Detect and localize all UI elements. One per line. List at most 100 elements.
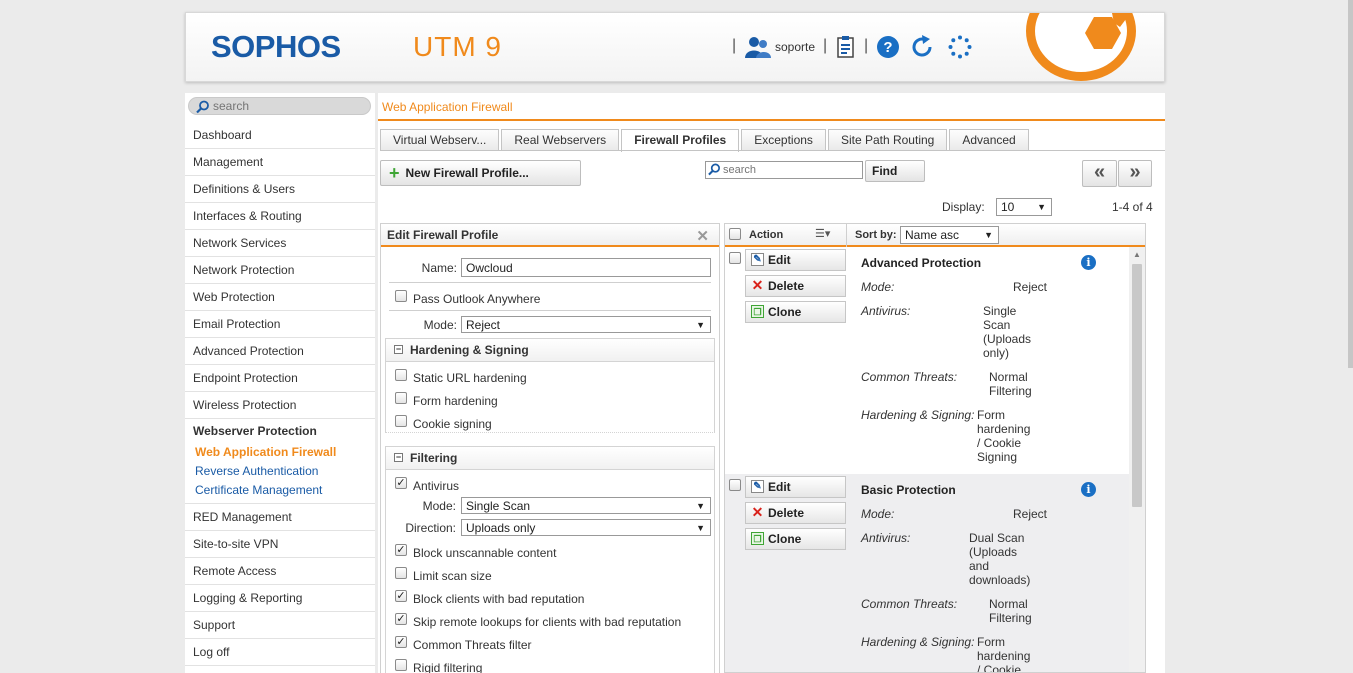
sidebar-item-email-protection[interactable]: Email Protection xyxy=(185,311,375,338)
limit-scan-size-checkbox[interactable] xyxy=(395,567,407,579)
product-name: UTM 9 xyxy=(413,31,502,62)
sidebar-item-advanced-protection[interactable]: Advanced Protection xyxy=(185,338,375,365)
page-background xyxy=(1167,93,1353,673)
block-bad-reputation-checkbox[interactable]: ✓ xyxy=(395,590,407,602)
skip-remote-lookups-checkbox[interactable]: ✓ xyxy=(395,613,407,625)
mode-select-value: Reject xyxy=(466,318,501,332)
sidebar-item-network-protection[interactable]: Network Protection xyxy=(185,257,375,284)
collapse-icon[interactable]: − xyxy=(394,345,403,354)
tab-advanced[interactable]: Advanced xyxy=(949,129,1029,151)
action-column-header: Action xyxy=(749,229,784,241)
sidebar-item-network-services[interactable]: Network Services xyxy=(185,230,375,257)
sidebar-search-input[interactable] xyxy=(213,99,363,113)
tab-site-path-routing[interactable]: Site Path Routing xyxy=(827,129,948,151)
sort-by-value: Name asc xyxy=(905,228,960,242)
sidebar-item-dashboard[interactable]: Dashboard xyxy=(185,122,375,149)
scroll-thumb[interactable] xyxy=(1132,264,1142,507)
row-checkbox[interactable] xyxy=(729,252,741,264)
list-search[interactable] xyxy=(705,161,863,179)
sidebar-item-support[interactable]: Support xyxy=(185,612,375,639)
cookie-signing-checkbox[interactable] xyxy=(395,415,407,427)
filtering-header[interactable]: − Filtering xyxy=(386,447,714,470)
sidebar-search[interactable] xyxy=(188,97,371,115)
sidebar-item-logging-reporting[interactable]: Logging & Reporting xyxy=(185,585,375,612)
sort-by-select[interactable]: Name asc ▼ xyxy=(900,226,999,244)
sidebar-item-management[interactable]: Management xyxy=(185,149,375,176)
static-url-hardening-checkbox[interactable] xyxy=(395,369,407,381)
sidebar-item-remote-access[interactable]: Remote Access xyxy=(185,558,375,585)
collapse-icon[interactable]: − xyxy=(394,453,403,462)
delete-button[interactable]: ✕ Delete xyxy=(745,502,846,524)
info-icon[interactable]: i xyxy=(1081,482,1096,497)
list-search-input[interactable] xyxy=(723,163,859,177)
sidebar-subitem-waf[interactable]: Web Application Firewall xyxy=(185,443,375,462)
search-icon xyxy=(708,163,720,176)
select-all-checkbox[interactable] xyxy=(729,228,741,240)
mode-select[interactable]: Reject ▼ xyxy=(461,316,711,333)
prev-page-button[interactable]: « xyxy=(1082,160,1117,187)
av-direction-select[interactable]: Uploads only ▼ xyxy=(461,519,711,536)
tab-firewall-profiles[interactable]: Firewall Profiles xyxy=(621,129,740,152)
tab-exceptions[interactable]: Exceptions xyxy=(741,129,826,151)
clipboard-icon[interactable] xyxy=(834,35,858,59)
hardening-signing-header[interactable]: − Hardening & Signing xyxy=(386,339,714,362)
pass-outlook-checkbox[interactable] xyxy=(395,290,407,302)
chevron-down-icon: ▼ xyxy=(696,523,705,533)
help-icon[interactable]: ? xyxy=(876,35,900,59)
page-scrollbar[interactable] xyxy=(1348,0,1353,368)
sidebar-item-webserver-protection[interactable]: Webserver Protection xyxy=(185,419,375,443)
common-threats-filter-checkbox[interactable]: ✓ xyxy=(395,636,407,648)
sidebar-item-interfaces-routing[interactable]: Interfaces & Routing xyxy=(185,203,375,230)
main-content: Web Application Firewall Virtual Webserv… xyxy=(378,93,1165,673)
find-button[interactable]: Find xyxy=(865,160,925,182)
av-direction-label: Direction: xyxy=(405,521,456,535)
close-icon[interactable]: ✕ xyxy=(696,226,709,248)
sidebar-item-log-off[interactable]: Log off xyxy=(185,639,375,666)
value-line: Normal xyxy=(989,370,1028,384)
list-options-icon[interactable]: ☰▾ xyxy=(815,227,830,240)
edit-button[interactable]: ✎ Edit xyxy=(745,249,846,271)
name-input[interactable] xyxy=(461,258,711,277)
sidebar-item-endpoint-protection[interactable]: Endpoint Protection xyxy=(185,365,375,392)
user-icon[interactable] xyxy=(745,36,771,58)
list-scrollbar[interactable]: ▲ xyxy=(1129,247,1145,672)
tab-bar: Virtual Webserv... Real Webservers Firew… xyxy=(380,129,1031,152)
delete-button[interactable]: ✕ Delete xyxy=(745,275,846,297)
sidebar-subitem-reverse-auth[interactable]: Reverse Authentication xyxy=(185,462,375,481)
cookie-signing-label: Cookie signing xyxy=(413,417,492,431)
filtering-title: Filtering xyxy=(410,451,458,465)
sidebar-item-definitions-users[interactable]: Definitions & Users xyxy=(185,176,375,203)
sidebar-subitem-certificate-mgmt[interactable]: Certificate Management xyxy=(185,481,375,500)
mode-label: Mode: xyxy=(423,318,457,332)
sidebar-item-site-to-site-vpn[interactable]: Site-to-site VPN xyxy=(185,531,375,558)
username[interactable]: soporte xyxy=(775,40,815,54)
info-icon[interactable]: i xyxy=(1081,255,1096,270)
display-select[interactable]: 10 ▼ xyxy=(996,198,1052,216)
next-page-button[interactable]: » xyxy=(1118,160,1152,187)
clone-button[interactable]: ❐ Clone xyxy=(745,528,846,550)
static-url-hardening-label: Static URL hardening xyxy=(413,371,527,385)
form-hardening-checkbox[interactable] xyxy=(395,392,407,404)
edit-button-label: Edit xyxy=(768,480,791,494)
tab-real-webservers[interactable]: Real Webservers xyxy=(501,129,620,151)
clone-button[interactable]: ❐ Clone xyxy=(745,301,846,323)
table-row: ✎ Edit ✕ Delete ❐ Clone Basic Protection… xyxy=(725,474,1129,672)
refresh-icon[interactable] xyxy=(910,35,934,59)
row-checkbox[interactable] xyxy=(729,479,741,491)
delete-icon: ✕ xyxy=(751,504,764,520)
sidebar-group-webserver: Webserver Protection Web Application Fir… xyxy=(185,419,375,504)
block-unscannable-label: Block unscannable content xyxy=(413,546,557,560)
sidebar-item-wireless-protection[interactable]: Wireless Protection xyxy=(185,392,375,419)
antivirus-checkbox[interactable]: ✓ xyxy=(395,477,407,489)
scroll-up-icon[interactable]: ▲ xyxy=(1133,250,1141,259)
block-unscannable-checkbox[interactable]: ✓ xyxy=(395,544,407,556)
av-mode-select[interactable]: Single Scan ▼ xyxy=(461,497,711,514)
sidebar-item-red-management[interactable]: RED Management xyxy=(185,504,375,531)
edit-button-label: Edit xyxy=(768,253,791,267)
edit-button[interactable]: ✎ Edit xyxy=(745,476,846,498)
rigid-filtering-checkbox[interactable] xyxy=(395,659,407,671)
tab-virtual-webservers[interactable]: Virtual Webserv... xyxy=(380,129,500,151)
sidebar-item-web-protection[interactable]: Web Protection xyxy=(185,284,375,311)
new-firewall-profile-button[interactable]: + New Firewall Profile... xyxy=(380,160,581,186)
edit-icon: ✎ xyxy=(751,253,764,266)
